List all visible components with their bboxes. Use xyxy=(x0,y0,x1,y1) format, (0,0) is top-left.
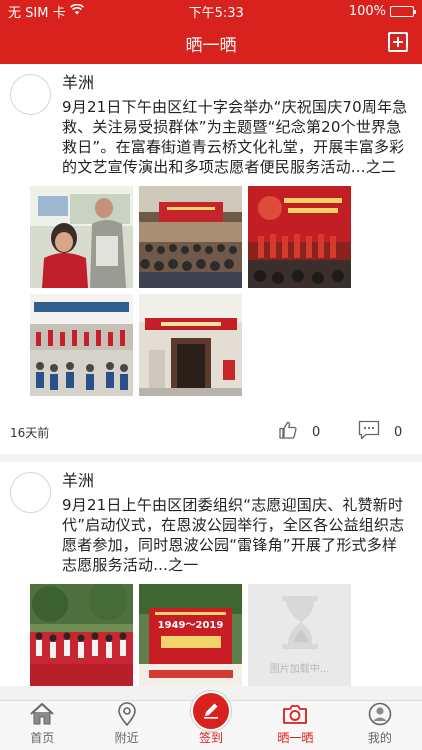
location-pin-icon xyxy=(117,701,137,727)
header-bar: 无 SIM 卡 下午5:33 100% 晒一晒 xyxy=(0,0,422,64)
post-photo[interactable] xyxy=(30,584,133,686)
tab-label: 附近 xyxy=(114,731,139,745)
post-photo[interactable]: 1949～2019 xyxy=(139,584,242,686)
post-author[interactable]: 羊洲 xyxy=(62,72,410,94)
image-loading-text: 图片加载中... xyxy=(270,662,330,675)
feed-list[interactable]: 羊洲 9月21日下午由区红十字会举办“庆祝国庆70周年急救、关注易受损群体”为主… xyxy=(0,64,422,700)
post-footer: 16天前 0 0 xyxy=(0,410,410,454)
tab-profile[interactable]: 我的 xyxy=(338,701,422,750)
avatar[interactable] xyxy=(10,74,51,115)
photo-grid xyxy=(30,186,410,396)
avatar[interactable] xyxy=(10,472,51,513)
thumbs-up-icon xyxy=(278,420,298,444)
battery-icon xyxy=(389,5,416,17)
tab-bar: 首页 附近 签到 晒一晒 我的 xyxy=(0,691,422,750)
feed-post: 羊洲 9月21日上午由区团委组织“志愿迎国庆、礼赞新时代”启动仪式，在恩波公园举… xyxy=(0,462,422,686)
post-photo[interactable] xyxy=(248,186,351,288)
post-photo[interactable] xyxy=(139,186,242,288)
user-icon xyxy=(368,701,392,727)
home-icon xyxy=(29,701,55,727)
photo-grid: 1949～2019 图片加载中... xyxy=(30,584,410,686)
post-text: 9月21日下午由区红十字会举办“庆祝国庆70周年急救、关注易受损群体”为主题暨“… xyxy=(62,98,408,176)
comment-button[interactable]: 0 xyxy=(358,420,402,444)
post-author[interactable]: 羊洲 xyxy=(62,470,410,492)
comment-count: 0 xyxy=(394,424,403,440)
post-text: 9月21日上午由区团委组织“志愿迎国庆、礼赞新时代”启动仪式，在恩波公园举行，全… xyxy=(62,496,405,574)
post-photo[interactable] xyxy=(30,186,133,288)
post-time: 16天前 xyxy=(10,425,50,440)
tab-checkin[interactable]: 签到 xyxy=(169,691,253,750)
tab-share[interactable]: 晒一晒 xyxy=(253,701,337,750)
status-bar: 无 SIM 卡 下午5:33 100% xyxy=(0,0,422,22)
like-count: 0 xyxy=(312,424,321,440)
tab-label: 签到 xyxy=(199,731,224,745)
clock: 下午5:33 xyxy=(188,5,244,21)
post-photo[interactable] xyxy=(139,294,242,396)
tab-nearby[interactable]: 附近 xyxy=(84,701,168,750)
carrier-label: 无 SIM 卡 xyxy=(8,5,66,21)
image-placeholder: 图片加载中... xyxy=(248,584,351,686)
like-button[interactable]: 0 xyxy=(278,420,320,444)
pen-icon xyxy=(201,700,221,723)
photo-banner-year: 1949～2019 xyxy=(158,620,224,631)
feed-post: 羊洲 9月21日下午由区红十字会举办“庆祝国庆70周年急救、关注易受损群体”为主… xyxy=(0,64,422,454)
wifi-icon xyxy=(69,3,84,19)
camera-icon xyxy=(282,701,308,727)
comment-icon xyxy=(358,420,380,444)
tab-label: 晒一晒 xyxy=(277,731,314,745)
battery-percent: 100% xyxy=(348,3,386,19)
tab-label: 我的 xyxy=(367,731,392,745)
tab-home[interactable]: 首页 xyxy=(0,701,84,750)
tab-label: 首页 xyxy=(30,731,55,745)
checkin-button[interactable] xyxy=(191,691,232,731)
plus-icon xyxy=(393,37,403,47)
page-title: 晒一晒 xyxy=(185,35,237,56)
add-post-button[interactable] xyxy=(388,32,408,52)
post-photo[interactable] xyxy=(30,294,133,396)
